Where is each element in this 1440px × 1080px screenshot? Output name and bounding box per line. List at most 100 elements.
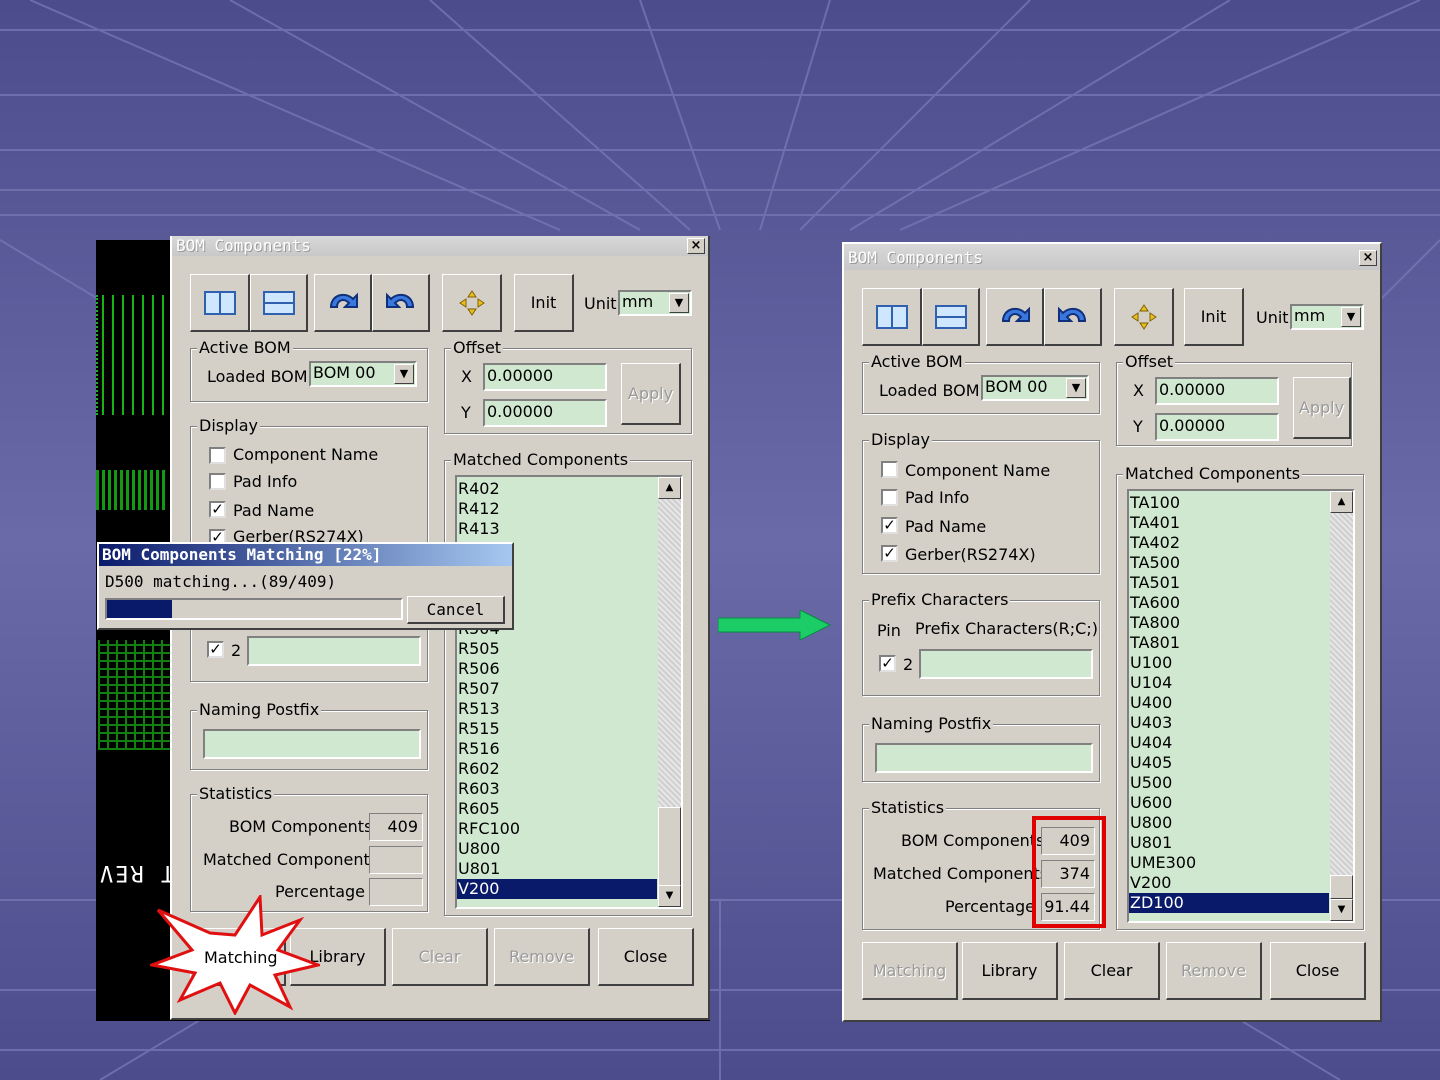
list-item[interactable]: U600 <box>1129 793 1329 813</box>
matching-label: Matching <box>872 961 947 980</box>
move-button[interactable] <box>1114 288 1174 346</box>
scroll-down-button[interactable]: ▼ <box>658 885 681 907</box>
list-item[interactable]: UME300 <box>1129 853 1329 873</box>
pad-name-checkbox[interactable]: ✓ <box>881 517 898 534</box>
list-item[interactable]: R603 <box>457 779 657 799</box>
offset-y-input[interactable]: 0.00000 <box>483 399 607 427</box>
list-item[interactable]: TA401 <box>1129 513 1329 533</box>
apply-button[interactable]: Apply <box>1293 377 1351 439</box>
scroll-up-button[interactable]: ▲ <box>658 477 681 499</box>
split-horizontal-icon <box>262 290 295 315</box>
split-vertical-button[interactable] <box>862 288 922 346</box>
naming-postfix-input[interactable] <box>203 729 421 759</box>
matching-button[interactable]: Matching <box>862 942 958 1000</box>
loaded-bom-select[interactable]: BOM 00 ▼ <box>309 361 417 387</box>
rotate-ccw-button[interactable] <box>372 274 430 332</box>
offset-x-input[interactable]: 0.00000 <box>1155 377 1279 405</box>
component-name-checkbox[interactable] <box>881 461 898 478</box>
list-item[interactable]: U400 <box>1129 693 1329 713</box>
scroll-thumb[interactable] <box>658 807 681 897</box>
init-button[interactable]: Init <box>1184 288 1244 346</box>
cancel-button[interactable]: Cancel <box>407 596 505 624</box>
pad-name-label: Pad Name <box>233 501 315 520</box>
list-item[interactable]: TA100 <box>1129 493 1329 513</box>
move-button[interactable] <box>442 274 502 332</box>
scroll-up-button[interactable]: ▲ <box>1330 491 1353 513</box>
list-item[interactable]: R515 <box>457 719 657 739</box>
list-item[interactable]: R505 <box>457 639 657 659</box>
naming-postfix-input[interactable] <box>875 743 1093 773</box>
list-item[interactable]: R602 <box>457 759 657 779</box>
list-scrollbar[interactable]: ▲ ▼ <box>658 477 681 907</box>
prefix-characters-group: Prefix Characters Pin Prefix Characters(… <box>862 590 1100 696</box>
split-horizontal-button[interactable] <box>922 288 980 346</box>
list-item[interactable]: R413 <box>457 519 657 539</box>
list-item[interactable]: V200 <box>457 879 657 899</box>
list-item[interactable]: R507 <box>457 679 657 699</box>
list-item[interactable]: U801 <box>1129 833 1329 853</box>
list-item[interactable]: R605 <box>457 799 657 819</box>
close-button[interactable]: Close <box>1270 942 1366 1000</box>
list-scrollbar[interactable]: ▲ ▼ <box>1330 491 1353 921</box>
pad-info-checkbox[interactable] <box>209 473 226 490</box>
loaded-bom-select[interactable]: BOM 00 ▼ <box>981 375 1089 401</box>
list-item[interactable]: TA800 <box>1129 613 1329 633</box>
list-item[interactable]: ZD100 <box>1129 893 1329 913</box>
init-button[interactable]: Init <box>514 274 574 332</box>
list-item[interactable]: U801 <box>457 859 657 879</box>
remove-button[interactable]: Remove <box>494 928 590 986</box>
list-item[interactable]: U405 <box>1129 753 1329 773</box>
unit-select[interactable]: mm ▼ <box>618 290 692 316</box>
gerber-checkbox[interactable]: ✓ <box>881 545 898 562</box>
scroll-down-button[interactable]: ▼ <box>1330 899 1353 921</box>
pad-info-checkbox[interactable] <box>881 489 898 506</box>
list-item[interactable]: R516 <box>457 739 657 759</box>
split-vertical-button[interactable] <box>190 274 250 332</box>
list-item[interactable]: R506 <box>457 659 657 679</box>
list-item[interactable]: TA801 <box>1129 633 1329 653</box>
rotate-cw-button[interactable] <box>986 288 1044 346</box>
clear-button[interactable]: Clear <box>392 928 488 986</box>
list-item[interactable]: R513 <box>457 699 657 719</box>
rotate-cw-button[interactable] <box>314 274 372 332</box>
matched-components-list[interactable]: TA100 TA401 TA402 TA500 TA501 TA600 TA800 TA801… <box>1127 489 1355 923</box>
list-item[interactable]: TA402 <box>1129 533 1329 553</box>
list-item[interactable]: TA501 <box>1129 573 1329 593</box>
list-item[interactable]: TA600 <box>1129 593 1329 613</box>
close-icon[interactable]: × <box>1359 250 1377 266</box>
list-item[interactable]: U500 <box>1129 773 1329 793</box>
prefix-input[interactable] <box>919 649 1093 679</box>
apply-button[interactable]: Apply <box>621 363 681 425</box>
list-item[interactable]: U100 <box>1129 653 1329 673</box>
list-item[interactable]: U800 <box>457 839 657 859</box>
component-name-checkbox[interactable] <box>209 447 226 464</box>
list-item[interactable]: U800 <box>1129 813 1329 833</box>
rotate-ccw-icon <box>385 292 414 308</box>
close-button[interactable]: Close <box>598 928 694 986</box>
pad-name-checkbox[interactable]: ✓ <box>209 501 226 518</box>
remove-button[interactable]: Remove <box>1166 942 1262 1000</box>
clear-button[interactable]: Clear <box>1064 942 1160 1000</box>
unit-select[interactable]: mm ▼ <box>1290 304 1364 330</box>
library-button[interactable]: Library <box>962 942 1058 1000</box>
rotate-ccw-button[interactable] <box>1044 288 1102 346</box>
split-horizontal-button[interactable] <box>250 274 308 332</box>
list-item[interactable]: V200 <box>1129 873 1329 893</box>
matched-components-list[interactable]: R402R412R413R415R501R502R503R504R505R506… <box>455 475 683 909</box>
list-item[interactable]: TA500 <box>1129 553 1329 573</box>
naming-postfix-legend: Naming Postfix <box>869 714 994 733</box>
offset-x-input[interactable]: 0.00000 <box>483 363 607 391</box>
prefix-checkbox[interactable]: ✓ <box>207 641 224 658</box>
list-item[interactable]: U104 <box>1129 673 1329 693</box>
list-item[interactable]: RFC100 <box>457 819 657 839</box>
close-icon[interactable]: × <box>687 238 705 254</box>
list-item[interactable]: R412 <box>457 499 657 519</box>
prefix-checkbox[interactable]: ✓ <box>879 655 896 672</box>
scroll-thumb[interactable] <box>1330 875 1353 899</box>
prefix-input[interactable] <box>247 636 421 666</box>
offset-y-input[interactable]: 0.00000 <box>1155 413 1279 441</box>
matching-progress-dialog: BOM Components Matching [22%] D500 match… <box>97 542 514 630</box>
list-item[interactable]: U404 <box>1129 733 1329 753</box>
list-item[interactable]: U403 <box>1129 713 1329 733</box>
list-item[interactable]: R402 <box>457 479 657 499</box>
